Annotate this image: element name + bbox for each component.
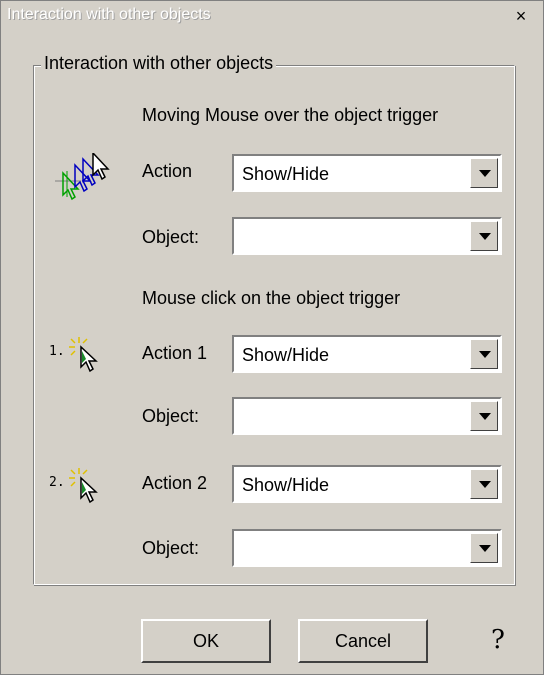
mouseover-object-label: Object:: [142, 227, 200, 247]
chevron-down-icon[interactable]: [470, 469, 498, 499]
action2-number: 2.: [49, 475, 65, 490]
mouse-click-icon: [67, 466, 107, 511]
cancel-button[interactable]: Cancel: [298, 619, 428, 663]
groupbox-legend: Interaction with other objects: [41, 53, 277, 74]
mouseover-action-value: Show/Hide: [242, 164, 330, 184]
close-button[interactable]: ×: [511, 7, 531, 25]
action1-select[interactable]: Show/Hide: [232, 335, 502, 373]
mouse-click-icon: [67, 335, 107, 380]
mouseover-action-label: Action: [142, 161, 193, 181]
title-bar[interactable]: Interaction with other objects ×: [3, 3, 541, 29]
chevron-down-icon[interactable]: [470, 158, 498, 188]
chevron-down-icon[interactable]: [470, 533, 498, 563]
action2-label: Action 2: [142, 473, 208, 493]
chevron-down-icon[interactable]: [470, 339, 498, 369]
help-icon[interactable]: ?: [491, 625, 505, 655]
action2-object-label: Object:: [142, 538, 200, 558]
chevron-down-icon[interactable]: [470, 401, 498, 431]
action2-select[interactable]: Show/Hide: [232, 465, 502, 503]
action2-value: Show/Hide: [242, 475, 330, 495]
click-header: Mouse click on the object trigger: [142, 288, 401, 308]
action1-label: Action 1: [142, 343, 208, 363]
action2-object-select[interactable]: [232, 529, 502, 567]
mouse-trail-icon: [53, 151, 117, 214]
ok-button[interactable]: OK: [141, 619, 271, 663]
mouseover-object-select[interactable]: [232, 217, 502, 255]
mouseover-header: Moving Mouse over the object trigger: [142, 105, 439, 125]
action1-object-select[interactable]: [232, 397, 502, 435]
mouseover-action-select[interactable]: Show/Hide: [232, 154, 502, 192]
action1-value: Show/Hide: [242, 345, 330, 365]
action1-number: 1.: [49, 344, 65, 359]
interaction-dialog: Interaction with other objects × Interac…: [0, 0, 544, 675]
chevron-down-icon[interactable]: [470, 221, 498, 251]
action1-object-label: Object:: [142, 406, 200, 426]
window-title: Interaction with other objects: [7, 6, 211, 23]
